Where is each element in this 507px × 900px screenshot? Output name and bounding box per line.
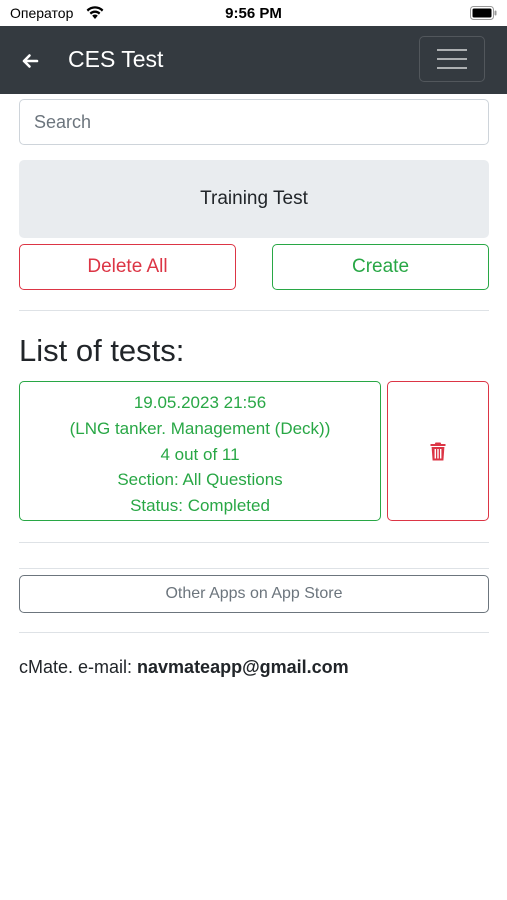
navbar: CES Test [0,26,507,94]
back-arrow-icon[interactable] [20,51,40,71]
status-time: 9:56 PM [225,5,282,22]
battery-icon [470,6,497,20]
divider [19,310,489,311]
delete-all-button[interactable]: Delete All [19,244,236,290]
test-card[interactable]: 19.05.2023 21:56 (LNG tanker. Management… [19,381,381,521]
divider [19,632,489,633]
test-section: Section: All Questions [117,470,283,490]
status-bar: Оператор 9:56 PM [0,0,507,26]
divider [19,542,489,543]
trash-icon [430,442,446,460]
menu-button[interactable] [419,36,485,82]
footer-prefix: cMate. e-mail: [19,657,138,677]
training-test-button[interactable]: Training Test [19,160,489,238]
create-label: Create [351,256,410,277]
footer-email[interactable]: navmateapp@gmail.com [137,657,349,677]
hamburger-icon [437,49,467,69]
test-status: Status: Completed [130,496,270,516]
search-input[interactable] [19,99,489,145]
test-score: 4 out of 11 [160,444,240,464]
page-title: CES Test [68,46,164,72]
create-button[interactable]: Create [272,244,489,290]
delete-test-button[interactable] [387,381,489,521]
divider [19,568,489,569]
delete-all-label: Delete All [87,256,168,277]
list-heading: List of tests: [19,333,185,368]
other-apps-button[interactable]: Other Apps on App Store [19,575,489,613]
training-test-label: Training Test [200,188,308,209]
footer: cMate. e-mail: navmateapp@gmail.com [19,657,349,678]
test-name: (LNG tanker. Management (Deck)) [69,418,331,438]
other-apps-label: Other Apps on App Store [165,585,343,602]
test-date: 19.05.2023 21:56 [133,393,267,412]
